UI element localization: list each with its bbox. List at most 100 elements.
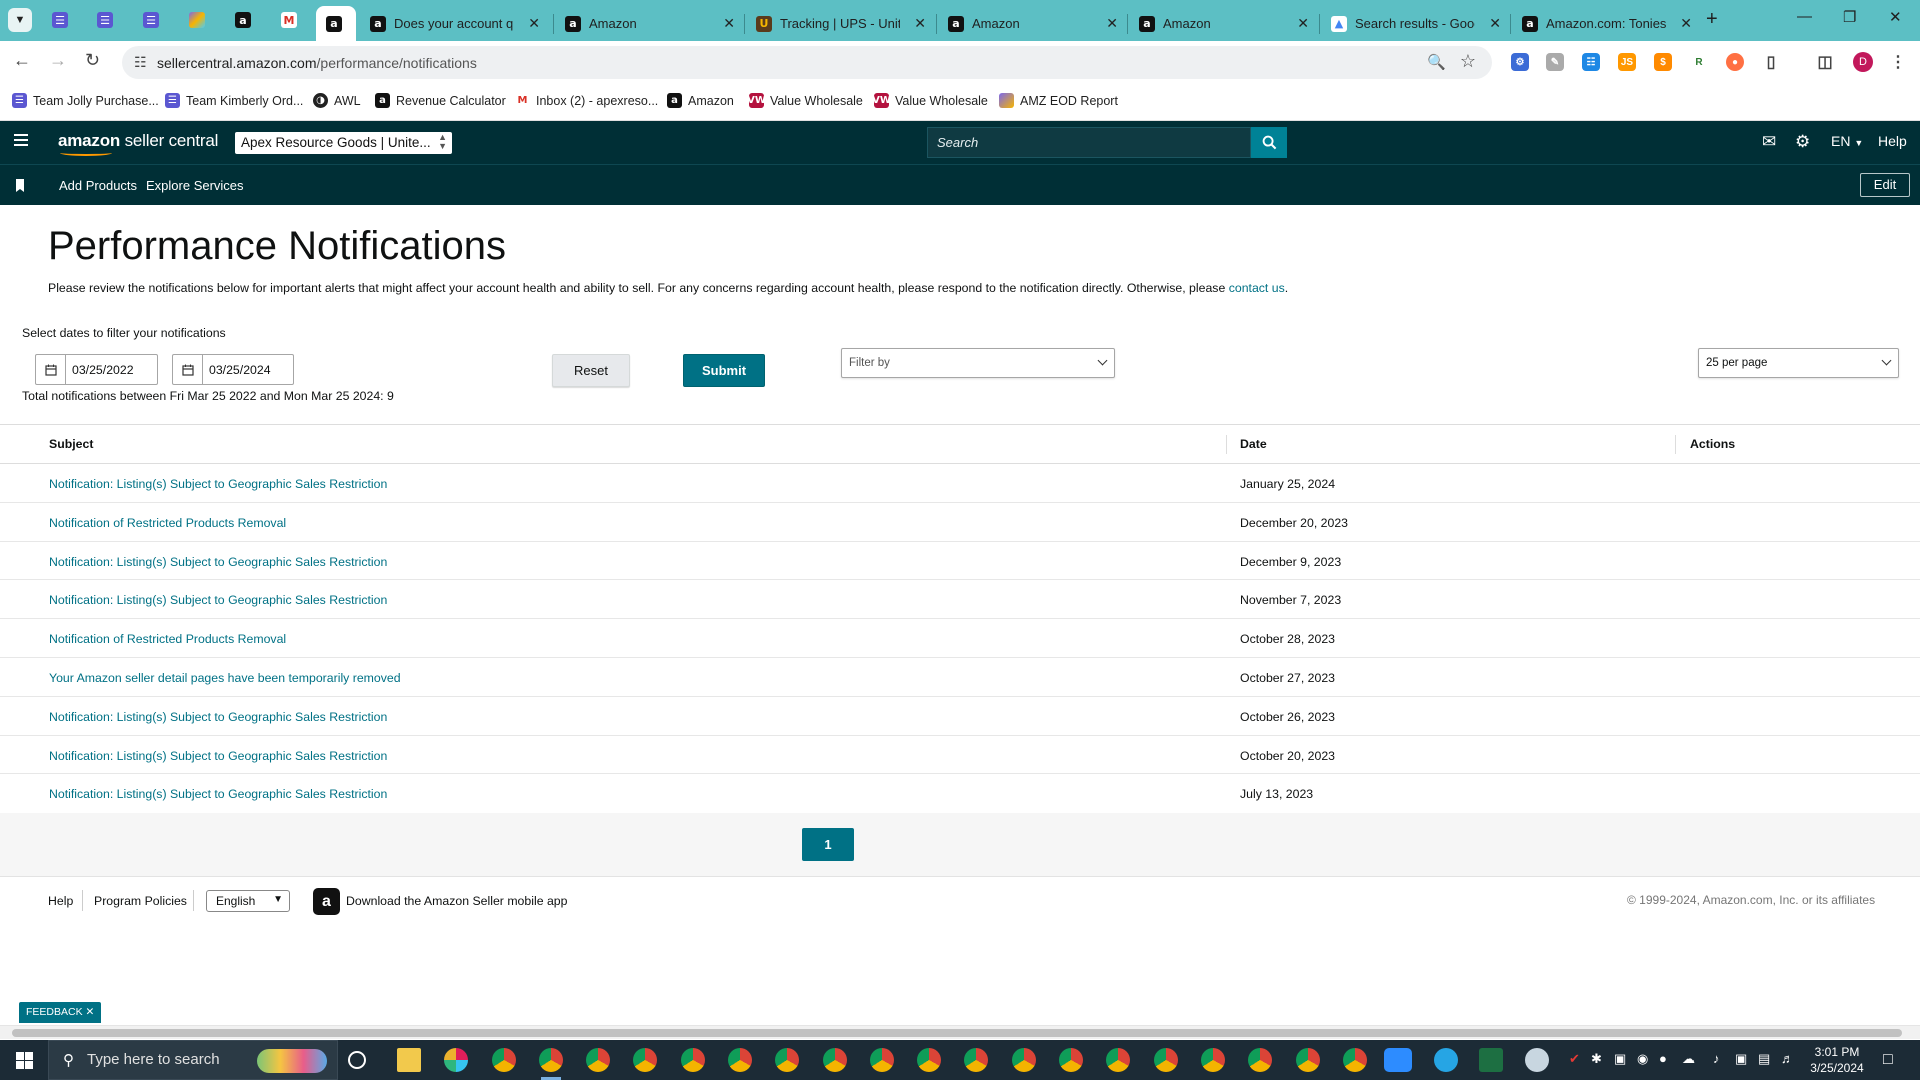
chrome-icon[interactable]: [1059, 1048, 1083, 1072]
tray-icon[interactable]: ✱: [1591, 1051, 1602, 1067]
chrome-icon[interactable]: [1154, 1048, 1178, 1072]
chrome-icon[interactable]: [681, 1048, 705, 1072]
pinned-tab[interactable]: ☰: [137, 8, 165, 32]
browser-tab[interactable]: ▲ Search results - Googl ✕: [1321, 6, 1511, 41]
seller-central-logo[interactable]: amazon seller central: [58, 131, 218, 151]
add-products-link[interactable]: Add Products: [59, 178, 137, 193]
volume-icon[interactable]: ♬: [1781, 1051, 1794, 1066]
gear-icon[interactable]: ⚙: [1795, 132, 1810, 152]
more-menu-icon[interactable]: ⋮: [1889, 53, 1907, 71]
window-close-icon[interactable]: ✕: [1889, 8, 1902, 26]
bookmark-item[interactable]: ◑ AWL: [313, 93, 361, 108]
extensions-puzzle-icon[interactable]: ▯: [1762, 53, 1780, 71]
hamburger-menu-icon[interactable]: [14, 134, 28, 146]
forward-arrow-icon[interactable]: →: [49, 50, 67, 71]
extension-icon[interactable]: ●: [1726, 53, 1744, 71]
excel-icon[interactable]: [1479, 1048, 1503, 1072]
zoom-icon[interactable]: 🔍: [1427, 53, 1446, 71]
extension-icon[interactable]: ⚙: [1511, 53, 1529, 71]
chrome-icon[interactable]: [775, 1048, 799, 1072]
column-header-date[interactable]: Date: [1240, 437, 1267, 451]
column-header-subject[interactable]: Subject: [49, 437, 93, 451]
feedback-button[interactable]: FEEDBACK ✕: [19, 1002, 102, 1023]
chrome-icon[interactable]: [1343, 1048, 1367, 1072]
notification-subject-link[interactable]: Notification: Listing(s) Subject to Geog…: [49, 749, 387, 763]
slack-icon[interactable]: [444, 1048, 468, 1072]
minimize-icon[interactable]: —: [1797, 8, 1812, 25]
edit-button[interactable]: Edit: [1860, 173, 1910, 197]
amazon-app-icon[interactable]: a: [313, 888, 340, 915]
chrome-icon[interactable]: [870, 1048, 894, 1072]
bookmark-item[interactable]: a Revenue Calculator: [375, 93, 506, 108]
profile-avatar[interactable]: D: [1853, 52, 1873, 72]
new-tab-icon[interactable]: +: [1706, 8, 1718, 31]
extension-icon[interactable]: ☷: [1582, 53, 1600, 71]
notification-subject-link[interactable]: Notification: Listing(s) Subject to Geog…: [49, 593, 387, 607]
notification-subject-link[interactable]: Notification of Restricted Products Remo…: [49, 516, 286, 530]
per-page-select[interactable]: 25 per page: [1698, 348, 1899, 378]
page-number-button[interactable]: 1: [802, 828, 854, 861]
tray-icon[interactable]: ▣: [1614, 1051, 1626, 1067]
close-icon[interactable]: ✕: [1297, 15, 1309, 32]
chrome-icon[interactable]: [1248, 1048, 1272, 1072]
footer-help-link[interactable]: Help: [48, 894, 73, 908]
notification-subject-link[interactable]: Notification: Listing(s) Subject to Geog…: [49, 787, 387, 801]
reload-icon[interactable]: ↻: [85, 50, 100, 71]
microphone-icon[interactable]: ♪: [1713, 1051, 1720, 1066]
telegram-icon[interactable]: [1434, 1048, 1458, 1072]
browser-tab[interactable]: a Amazon ✕: [938, 6, 1128, 41]
extension-icon[interactable]: $: [1654, 53, 1672, 71]
close-icon[interactable]: ✕: [1489, 15, 1501, 32]
task-view-icon[interactable]: [348, 1051, 366, 1069]
program-policies-link[interactable]: Program Policies: [94, 894, 187, 908]
chrome-icon[interactable]: [1201, 1048, 1225, 1072]
calendar-icon[interactable]: [173, 355, 203, 384]
bookmark-item[interactable]: M Inbox (2) - apexreso...: [515, 93, 658, 108]
chrome-icon[interactable]: [964, 1048, 988, 1072]
chrome-icon[interactable]: [492, 1048, 516, 1072]
pinned-tab[interactable]: ☰: [91, 8, 119, 32]
tab-search-chevron-icon[interactable]: ▼: [8, 8, 32, 32]
browser-tab[interactable]: U Tracking | UPS - United ✕: [746, 6, 936, 41]
bookmark-star-icon[interactable]: ☆: [1460, 51, 1476, 72]
bookmark-item[interactable]: VW Value Wholesale: [747, 93, 863, 108]
address-bar[interactable]: ☷ sellercentral.amazon.com/performance/n…: [122, 46, 1492, 79]
close-icon[interactable]: ✕: [86, 1006, 95, 1018]
bookmark-item[interactable]: a Amazon: [667, 93, 734, 108]
extension-icon[interactable]: R: [1690, 53, 1708, 71]
pinned-tab[interactable]: [183, 8, 211, 32]
browser-tab[interactable]: a Amazon.com: Tonies A ✕: [1512, 6, 1702, 41]
browser-tab[interactable]: a Amazon ✕: [555, 6, 745, 41]
contact-us-link[interactable]: contact us: [1229, 281, 1285, 295]
camera-icon[interactable]: ▣: [1735, 1051, 1747, 1067]
start-date-input[interactable]: [66, 355, 156, 384]
mail-icon[interactable]: ✉: [1762, 132, 1776, 152]
chrome-icon[interactable]: [728, 1048, 752, 1072]
chrome-icon[interactable]: [1296, 1048, 1320, 1072]
reset-button[interactable]: Reset: [552, 354, 630, 387]
tray-icon[interactable]: ◉: [1637, 1051, 1648, 1067]
chrome-icon[interactable]: [823, 1048, 847, 1072]
chrome-icon[interactable]: [539, 1048, 563, 1072]
help-link[interactable]: Help: [1878, 133, 1907, 149]
tray-icon[interactable]: ●: [1659, 1051, 1667, 1066]
search-button[interactable]: [1251, 127, 1287, 158]
browser-tab[interactable]: a Does your account qu ✕: [360, 6, 550, 41]
active-tab[interactable]: a: [316, 6, 356, 41]
chrome-icon[interactable]: [1012, 1048, 1036, 1072]
taskbar-search-input[interactable]: [87, 1051, 247, 1068]
zoom-app-icon[interactable]: [1384, 1048, 1412, 1072]
notification-subject-link[interactable]: Notification: Listing(s) Subject to Geog…: [49, 477, 387, 491]
taskbar-clock[interactable]: 3:01 PM 3/25/2024: [1802, 1044, 1872, 1076]
bookmark-item[interactable]: ☰ Team Kimberly Ord...: [165, 93, 303, 108]
scrollbar-thumb[interactable]: [12, 1029, 1902, 1037]
account-switcher[interactable]: Apex Resource Goods | Unite... ▲ ▼: [235, 132, 452, 154]
chrome-icon[interactable]: [586, 1048, 610, 1072]
bookmark-item[interactable]: VW Value Wholesale: [872, 93, 988, 108]
notification-subject-link[interactable]: Notification of Restricted Products Remo…: [49, 632, 286, 646]
back-arrow-icon[interactable]: ←: [13, 50, 31, 71]
cloud-icon[interactable]: ☁: [1682, 1051, 1695, 1067]
bookmark-item[interactable]: AMZ EOD Report: [999, 93, 1118, 108]
horizontal-scrollbar[interactable]: [0, 1025, 1920, 1039]
browser-tab[interactable]: a Amazon ✕: [1129, 6, 1319, 41]
